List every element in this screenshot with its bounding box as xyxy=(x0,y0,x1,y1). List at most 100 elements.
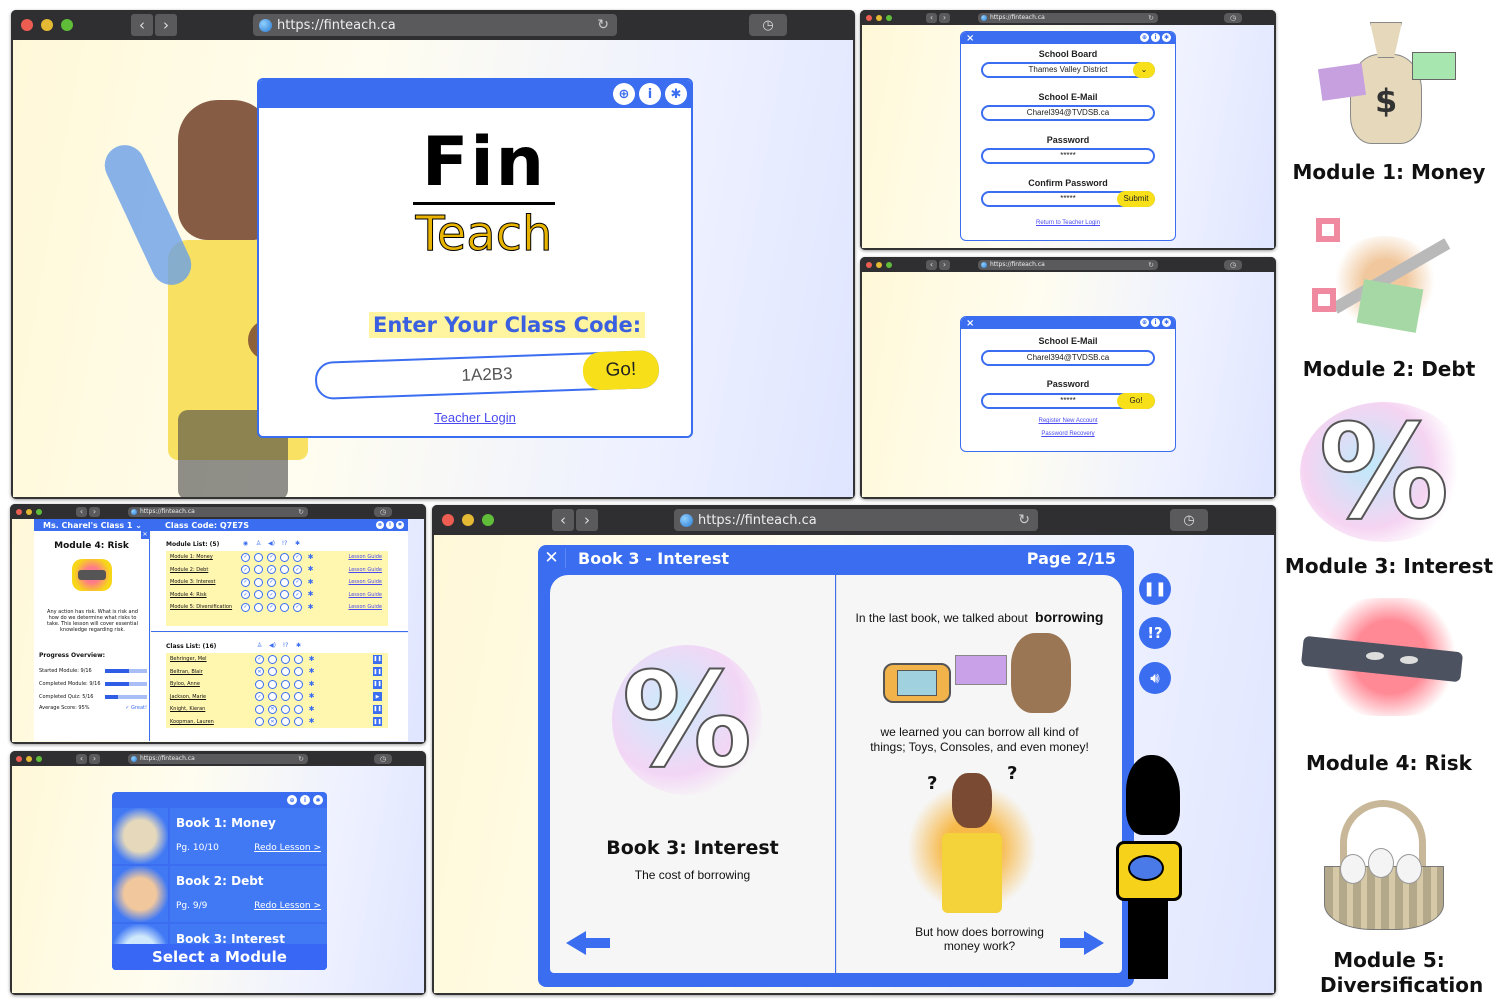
student-link[interactable]: Byloo, Anne xyxy=(166,681,255,687)
play-button[interactable]: ▶ xyxy=(373,692,382,702)
redo-lesson-link[interactable]: Redo Lesson > xyxy=(254,843,321,853)
checked-toggle[interactable]: ✓ xyxy=(241,565,250,575)
close-icon[interactable]: × xyxy=(966,318,974,329)
checked-toggle[interactable]: ✓ xyxy=(267,552,276,562)
gear-icon[interactable]: ✱ xyxy=(307,655,316,664)
history-icon[interactable]: ◷ xyxy=(1224,259,1242,270)
checked-toggle[interactable]: ✓ xyxy=(293,577,302,587)
empty-toggle[interactable] xyxy=(254,602,263,612)
checked-toggle[interactable]: ✓ xyxy=(255,692,264,702)
empty-toggle[interactable] xyxy=(255,717,264,727)
checked-toggle[interactable]: ✓ xyxy=(241,577,250,587)
submit-button[interactable]: Submit xyxy=(1117,191,1155,207)
module-link[interactable]: Module 1: Money xyxy=(166,554,241,560)
book-item[interactable]: Book 2: Debt Pg. 9/9 Redo Lesson > xyxy=(112,866,327,922)
minimize-window-icon[interactable] xyxy=(876,261,882,268)
return-to-teacher-login-link[interactable]: Return to Teacher Login xyxy=(961,220,1175,226)
info-icon[interactable]: i xyxy=(639,83,661,105)
globe-icon[interactable]: ⊕ xyxy=(1140,33,1149,42)
maximize-window-icon[interactable] xyxy=(886,14,892,21)
confirm-password-input[interactable]: ***** Submit xyxy=(981,191,1155,207)
minimize-window-icon[interactable] xyxy=(41,19,53,31)
forward-button[interactable]: › xyxy=(576,509,598,531)
pause-button[interactable]: ❚❚ xyxy=(373,704,382,714)
reload-icon[interactable]: ↻ xyxy=(1148,14,1154,22)
checked-toggle[interactable]: ✓ xyxy=(293,552,302,562)
blocked-toggle[interactable]: ✕ xyxy=(255,667,264,677)
empty-toggle[interactable] xyxy=(254,552,263,562)
hint-button[interactable]: !? xyxy=(1139,617,1171,649)
maximize-window-icon[interactable] xyxy=(61,19,73,31)
gear-icon[interactable]: ✱ xyxy=(1162,318,1171,327)
go-button[interactable]: Go! xyxy=(582,350,660,391)
empty-toggle[interactable] xyxy=(268,692,277,702)
empty-toggle[interactable] xyxy=(254,577,263,587)
maximize-window-icon[interactable] xyxy=(36,508,42,515)
password-input[interactable]: ***** xyxy=(981,148,1155,164)
forward-button[interactable]: › xyxy=(939,259,950,270)
password-recovery-link[interactable]: Password Recovery xyxy=(961,431,1175,437)
empty-toggle[interactable] xyxy=(294,704,303,714)
teacher-login-link[interactable]: Teacher Login xyxy=(259,410,691,425)
history-icon[interactable]: ◷ xyxy=(749,14,787,36)
reload-icon[interactable]: ↻ xyxy=(1148,261,1154,269)
checked-toggle[interactable]: ✓ xyxy=(255,654,264,664)
empty-toggle[interactable] xyxy=(281,654,290,664)
minimize-window-icon[interactable] xyxy=(26,755,32,762)
close-window-icon[interactable] xyxy=(21,19,33,31)
module-link[interactable]: Module 3: Interest xyxy=(166,579,241,585)
gear-icon[interactable]: ✱ xyxy=(1162,33,1171,42)
empty-toggle[interactable] xyxy=(280,565,289,575)
reload-icon[interactable]: ↻ xyxy=(1018,512,1030,528)
password-input[interactable]: ***** Go! xyxy=(981,393,1155,409)
minimize-window-icon[interactable] xyxy=(876,14,882,21)
empty-toggle[interactable] xyxy=(281,679,290,689)
maximize-window-icon[interactable] xyxy=(482,514,494,526)
close-window-icon[interactable] xyxy=(442,514,454,526)
checked-toggle[interactable]: ✓ xyxy=(293,602,302,612)
minimize-window-icon[interactable] xyxy=(26,508,32,515)
history-icon[interactable]: ◷ xyxy=(374,506,392,517)
checked-toggle[interactable]: ✓ xyxy=(267,602,276,612)
empty-toggle[interactable] xyxy=(294,667,303,677)
audio-button[interactable]: 🔊︎ xyxy=(1139,662,1171,694)
back-button[interactable]: ‹ xyxy=(552,509,574,531)
gear-icon[interactable]: ✱ xyxy=(306,603,315,612)
pause-button[interactable]: ❚❚ xyxy=(373,717,382,727)
lesson-guide-link[interactable]: Lesson Guide xyxy=(349,592,382,598)
reload-icon[interactable]: ↻ xyxy=(298,508,304,516)
lesson-guide-link[interactable]: Lesson Guide xyxy=(349,579,382,585)
address-bar[interactable]: https://finteach.ca ↻ xyxy=(978,12,1158,23)
checked-toggle[interactable]: ✓ xyxy=(267,577,276,587)
student-link[interactable]: Beltran, Blair xyxy=(166,669,255,675)
forward-button[interactable]: › xyxy=(939,12,950,23)
close-window-icon[interactable] xyxy=(866,14,872,21)
empty-toggle[interactable] xyxy=(294,679,303,689)
empty-toggle[interactable] xyxy=(280,577,289,587)
empty-toggle[interactable] xyxy=(294,692,303,702)
empty-toggle[interactable] xyxy=(268,679,277,689)
history-icon[interactable]: ◷ xyxy=(374,753,392,764)
chevron-down-icon[interactable]: ⌄ xyxy=(1133,62,1155,78)
back-button[interactable]: ‹ xyxy=(131,14,153,36)
gear-icon[interactable]: ✱ xyxy=(307,667,316,676)
gear-icon[interactable]: ✱ xyxy=(306,565,315,574)
gear-icon[interactable]: ✱ xyxy=(307,692,316,701)
address-bar[interactable]: https://finteach.ca ↻ xyxy=(978,259,1158,270)
checked-toggle[interactable]: ✓ xyxy=(293,590,302,600)
lesson-guide-link[interactable]: Lesson Guide xyxy=(349,567,382,573)
gear-icon[interactable]: ✱ xyxy=(306,590,315,599)
checked-toggle[interactable]: ✓ xyxy=(241,590,250,600)
email-input[interactable]: Charel394@TVDSB.ca xyxy=(981,350,1155,366)
maximize-window-icon[interactable] xyxy=(36,755,42,762)
checked-toggle[interactable]: ✓ xyxy=(241,602,250,612)
gear-icon[interactable]: ✱ xyxy=(396,521,404,529)
checked-toggle[interactable]: ✓ xyxy=(267,565,276,575)
empty-toggle[interactable] xyxy=(280,552,289,562)
close-window-icon[interactable] xyxy=(16,508,22,515)
back-button[interactable]: ‹ xyxy=(76,506,87,517)
expand-icon[interactable]: ✕ xyxy=(141,531,149,539)
close-icon[interactable]: × xyxy=(966,33,974,44)
previous-page-arrow[interactable] xyxy=(566,931,610,955)
lesson-guide-link[interactable]: Lesson Guide xyxy=(349,604,382,610)
